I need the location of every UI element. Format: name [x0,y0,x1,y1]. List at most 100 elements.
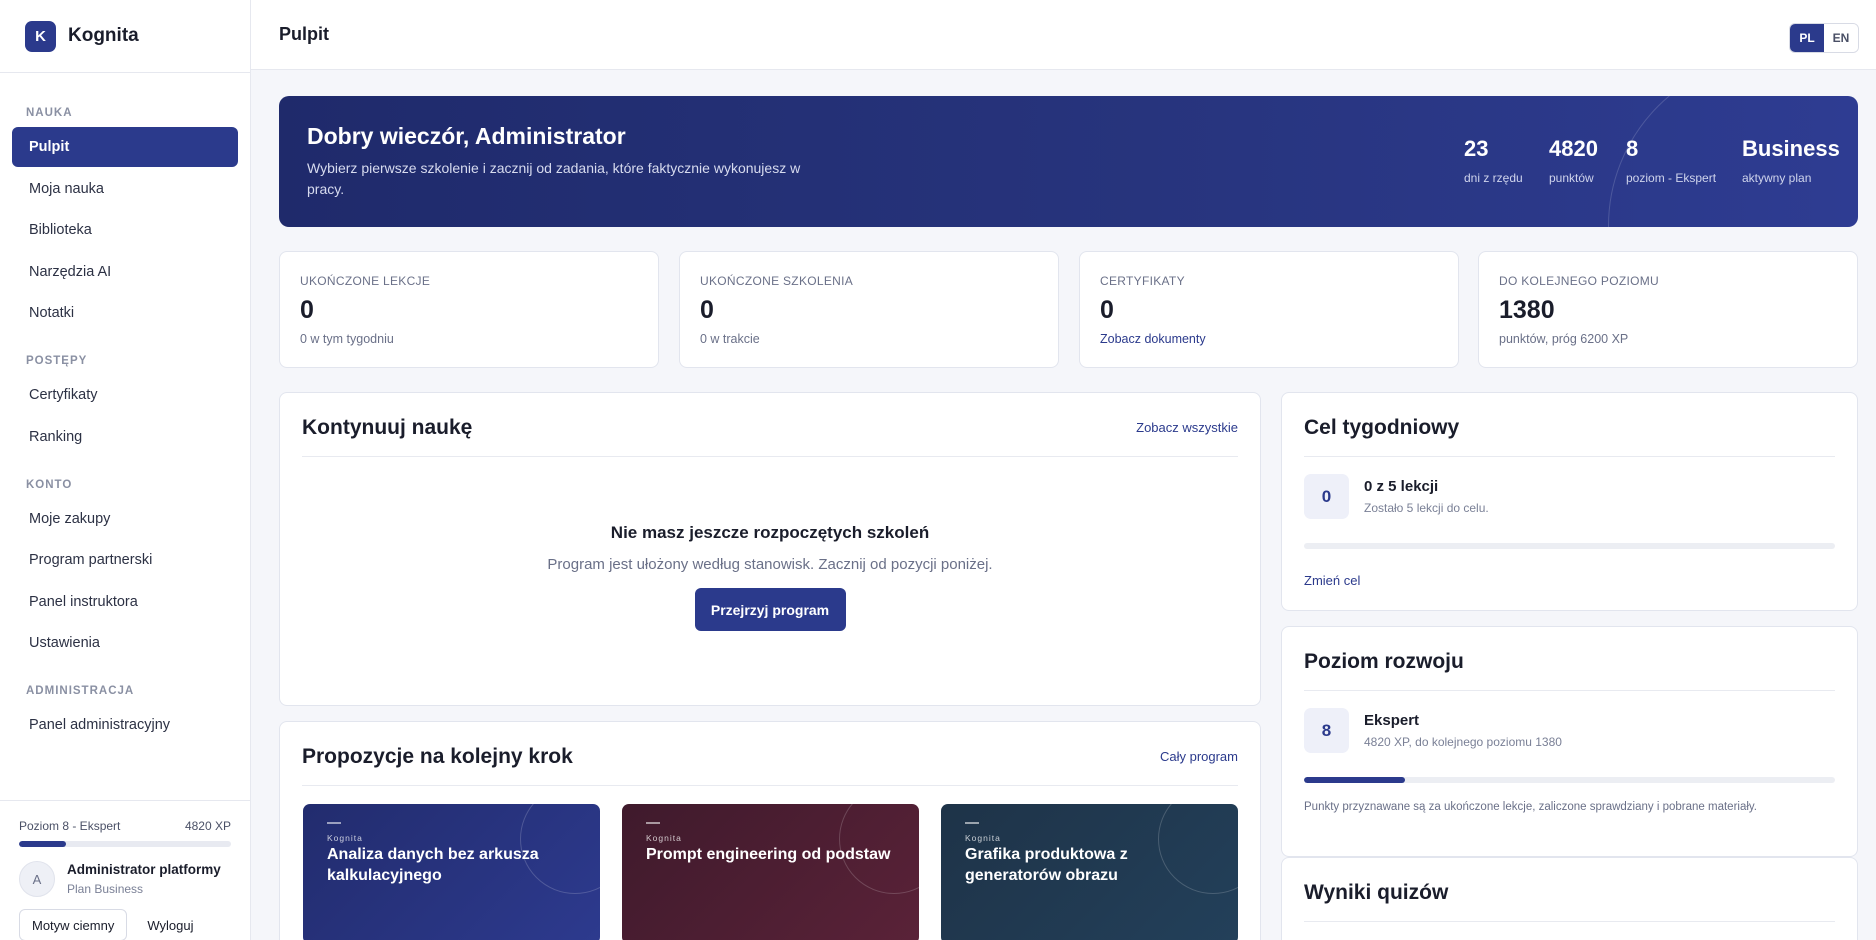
level-label: Poziom 8 - Ekspert [19,819,121,833]
stat-label: punktów [1549,171,1594,185]
nav-section-title: NAUKA [26,107,73,119]
continue-learning-panel: Kontynuuj naukę Zobacz wszystkie Nie mas… [279,392,1261,706]
goal-progress-bar [1304,543,1835,549]
course-card[interactable]: Kognita Prompt engineering od podstaw [622,804,919,940]
panel-header: Cel tygodniowy [1304,393,1835,457]
weekly-goal-panel: Cel tygodniowy 0 0 z 5 lekcji Zostało 5 … [1281,392,1858,611]
full-program-link[interactable]: Cały program [1160,749,1238,764]
stat-value: 23 [1464,136,1489,161]
level-progress-bar [1304,777,1835,783]
welcome-hero: Dobry wieczór, Administrator Wybierz pie… [279,96,1858,227]
level-sub: 4820 XP, do kolejnego poziomu 1380 [1364,735,1562,749]
level-name: Ekspert [1364,712,1420,729]
course-card[interactable]: Kognita Grafika produktowa z generatorów… [941,804,1238,940]
sidebar-item-panel-instruktora[interactable]: Panel instruktora [12,582,238,622]
footer-buttons: Motyw ciemny Wyloguj [19,909,231,940]
panel-title: Wyniki quizów [1304,880,1449,904]
level-badge: 8 [1304,708,1349,753]
metric-card-courses: UKOŃCZONE SZKOLENIA 0 0 w trakcie [679,251,1059,368]
level-row: 8 Ekspert 4820 XP, do kolejnego poziomu … [1304,708,1835,753]
panel-title: Kontynuuj naukę [302,415,473,439]
panel-title: Poziom rozwoju [1304,649,1464,673]
logout-button[interactable]: Wyloguj [135,909,205,940]
course-card[interactable]: Kognita Analiza danych bez arkusza kalku… [303,804,600,940]
course-decoration [839,804,919,894]
metric-value: 0 [300,296,314,324]
hero-title: Dobry wieczór, Administrator [307,123,626,149]
sidebar-item-notatki[interactable]: Notatki [12,293,238,333]
brand-name: Kognita [68,25,139,46]
suggestions-panel: Propozycje na kolejny krok Cały program … [279,721,1261,940]
stat-label: poziom - Ekspert [1626,171,1717,185]
panel-title: Propozycje na kolejny krok [302,744,573,768]
language-switch: PL EN [1789,23,1859,53]
sidebar-item-moja-nauka[interactable]: Moja nauka [12,169,238,209]
avatar: A [19,861,55,897]
sidebar-item-certyfikaty[interactable]: Certyfikaty [12,375,238,415]
user-plan: Plan Business [67,882,144,896]
goal-info: 0 z 5 lekcji Zostało 5 lekcji do celu. [1364,478,1489,515]
goal-sub: Zostało 5 lekcji do celu. [1364,501,1489,515]
metric-sub: punktów, próg 6200 XP [1499,332,1629,346]
panel-header: Propozycje na kolejny krok Cały program [302,722,1238,786]
metric-label: UKOŃCZONE LEKCJE [300,274,431,288]
course-grid: Kognita Analiza danych bez arkusza kalku… [303,804,1238,940]
metric-sub: 0 w tym tygodniu [300,332,394,346]
course-dash [327,822,341,824]
level-progress-bar [19,841,231,847]
course-dash [646,822,660,824]
panel-header: Wyniki quizów [1304,858,1835,922]
sidebar-item-pulpit[interactable]: Pulpit [12,127,238,167]
sidebar-item-panel-administracyjny[interactable]: Panel administracyjny [12,705,238,745]
brand-logo: K [25,20,56,52]
nav-section-title: ADMINISTRACJA [26,685,135,697]
course-dash [965,822,979,824]
level-info: Ekspert 4820 XP, do kolejnego poziomu 13… [1364,712,1562,749]
sidebar-footer: Poziom 8 - Ekspert 4820 XP A Administrat… [0,800,250,940]
metric-value: 0 [1100,296,1114,324]
level-progress-fill [19,841,66,847]
lang-pl-button[interactable]: PL [1790,24,1824,52]
stat-label: dni z rzędu [1464,171,1523,185]
sidebar-nav: NAUKA Pulpit Moja nauka Biblioteka Narzę… [0,107,250,745]
stat-level: 8 poziom - Ekspert [1626,136,1716,185]
stat-streak: 23 dni z rzędu [1464,136,1523,185]
stat-plan: Business aktywny plan [1742,136,1840,185]
nav-section-title: POSTĘPY [26,355,88,367]
sidebar-item-biblioteka[interactable]: Biblioteka [12,210,238,250]
quiz-results-panel: Wyniki quizów [1281,857,1858,940]
brand[interactable]: K Kognita [0,0,250,73]
sidebar-item-narzedzia-ai[interactable]: Narzędzia AI [12,252,238,292]
sidebar-item-ranking[interactable]: Ranking [12,417,238,457]
xp-value: 4820 XP [184,819,231,833]
sidebar-item-moje-zakupy[interactable]: Moje zakupy [12,499,238,539]
empty-text: Program jest ułożony według stanowisk. Z… [547,556,993,573]
view-documents-link[interactable]: Zobacz dokumenty [1100,332,1438,346]
panel-header: Kontynuuj naukę Zobacz wszystkie [302,393,1238,457]
metric-label: CERTYFIKATY [1100,274,1185,288]
stat-label: aktywny plan [1742,171,1812,185]
topbar: Pulpit PL EN [251,0,1876,70]
points-note: Punkty przyznawane są za ukończone lekcj… [1304,801,1757,813]
hero-subtitle: Wybierz pierwsze szkolenie i zacznij od … [307,160,801,197]
goal-count-badge: 0 [1304,474,1349,519]
user-card[interactable]: A Administrator platformy Plan Business [19,861,231,897]
sidebar-item-program-partnerski[interactable]: Program partnerski [12,540,238,580]
metric-label: DO KOLEJNEGO POZIOMU [1499,274,1660,288]
change-goal-link[interactable]: Zmień cel [1304,573,1857,588]
user-info: Administrator platformy Plan Business [67,862,221,896]
lang-en-button[interactable]: EN [1824,24,1858,52]
metric-card-lessons: UKOŃCZONE LEKCJE 0 0 w tym tygodniu [279,251,659,368]
page-title: Pulpit [279,24,329,44]
dark-mode-button[interactable]: Motyw ciemny [19,909,128,940]
metric-sub: 0 w trakcie [700,332,760,346]
metric-card-next-level: DO KOLEJNEGO POZIOMU 1380 punktów, próg … [1478,251,1858,368]
nav-section-title: KONTO [26,478,73,491]
stat-value: 4820 [1549,136,1598,161]
sidebar-item-ustawienia[interactable]: Ustawienia [12,623,238,663]
goal-title: 0 z 5 lekcji [1364,478,1439,495]
browse-program-button[interactable]: Przejrzyj program [694,588,846,631]
stat-points: 4820 punktów [1549,136,1598,185]
see-all-link[interactable]: Zobacz wszystkie [1136,420,1238,435]
metric-label: UKOŃCZONE SZKOLENIA [700,274,854,288]
